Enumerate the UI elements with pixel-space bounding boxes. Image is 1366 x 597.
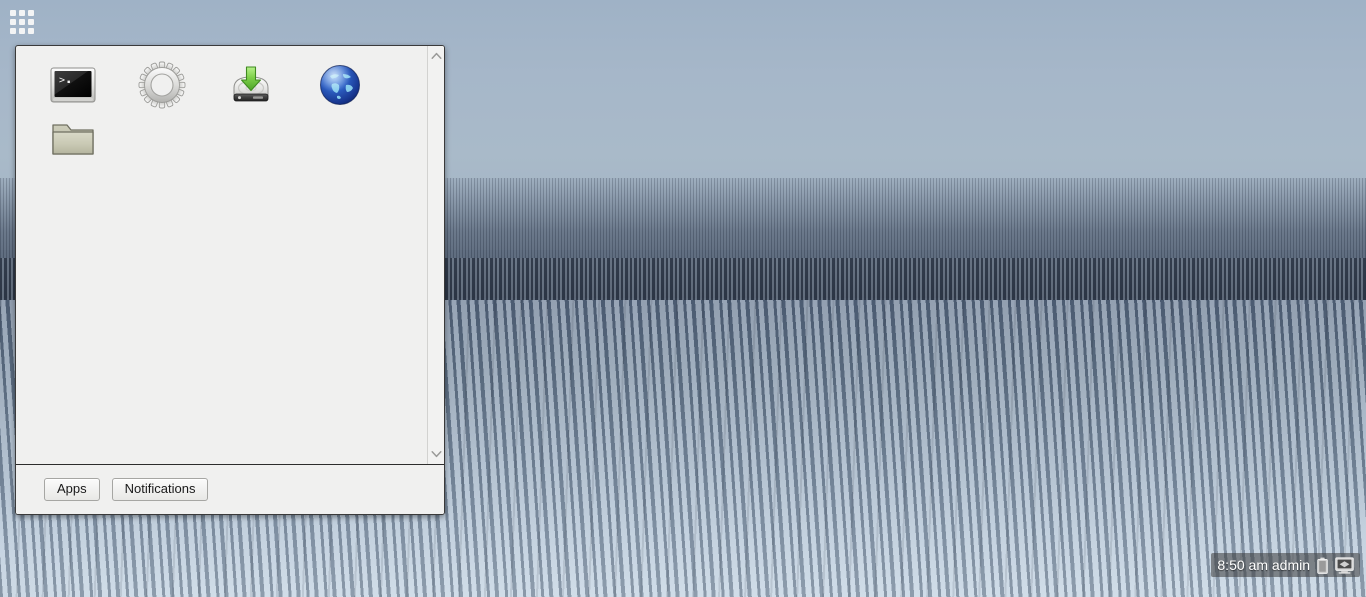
app-grid-cell <box>10 28 16 34</box>
svg-text:>: > <box>59 75 65 86</box>
app-icon-file-manager[interactable] <box>28 112 117 166</box>
panel-scrollbar[interactable] <box>427 46 444 464</box>
app-grid-cell <box>19 19 25 25</box>
apps-button[interactable]: Apps <box>44 478 100 501</box>
display-icon[interactable] <box>1335 556 1354 574</box>
battery-icon[interactable] <box>1317 557 1328 574</box>
clock-and-user-label: 8:50 am admin <box>1217 557 1310 573</box>
scrollbar-track[interactable] <box>429 62 444 448</box>
panel-footer: Apps Notifications <box>16 464 444 514</box>
app-grid-cell <box>19 28 25 34</box>
gear-icon <box>138 61 185 109</box>
app-icon-install[interactable] <box>206 58 295 112</box>
app-grid-cell <box>10 19 16 25</box>
terminal-icon: > <box>50 67 95 103</box>
system-tray[interactable]: 8:50 am admin <box>1211 553 1360 577</box>
app-icon-settings[interactable] <box>117 58 206 112</box>
app-icon-terminal[interactable]: > <box>28 58 117 112</box>
app-icon-grid[interactable]: > <box>16 46 427 464</box>
app-grid-cell <box>28 19 34 25</box>
app-grid-launcher-icon[interactable] <box>10 10 36 36</box>
folder-icon <box>51 124 94 155</box>
app-grid-cell <box>28 28 34 34</box>
app-grid-cell <box>10 10 16 16</box>
launcher-panel[interactable]: > Apps Notifications <box>15 45 445 515</box>
notifications-button[interactable]: Notifications <box>111 478 209 501</box>
launcher-panel-body: > <box>16 46 444 464</box>
harddisk-download-icon <box>233 66 268 102</box>
desktop[interactable]: > Apps Notifications 8:50 am admin <box>0 0 1366 597</box>
app-grid-cell <box>19 10 25 16</box>
scroll-up-icon[interactable] <box>429 50 444 62</box>
app-grid-cell <box>28 10 34 16</box>
scroll-down-icon[interactable] <box>429 448 444 460</box>
globe-icon <box>319 65 360 105</box>
app-icon-web-browser[interactable] <box>295 58 384 112</box>
